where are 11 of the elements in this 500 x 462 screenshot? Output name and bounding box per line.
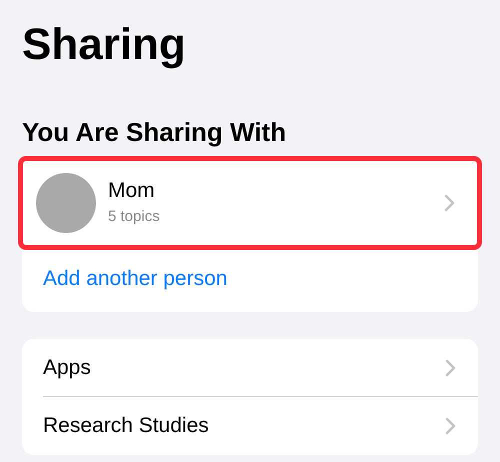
add-person-link[interactable]: Add another person: [43, 263, 228, 295]
person-name: Mom: [108, 178, 156, 204]
list-row[interactable]: Research Studies: [43, 397, 478, 455]
section-header: You Are Sharing With: [22, 116, 288, 148]
chevron-right-icon: [445, 417, 456, 435]
chevron-right-icon: [445, 358, 456, 376]
list-row[interactable]: Apps: [43, 339, 478, 397]
person-subtitle: 5 topics: [108, 207, 161, 227]
person-row[interactable]: Mom 5 topics: [18, 156, 482, 250]
page-title: Sharing: [22, 19, 187, 71]
chevron-right-icon: [444, 194, 455, 212]
